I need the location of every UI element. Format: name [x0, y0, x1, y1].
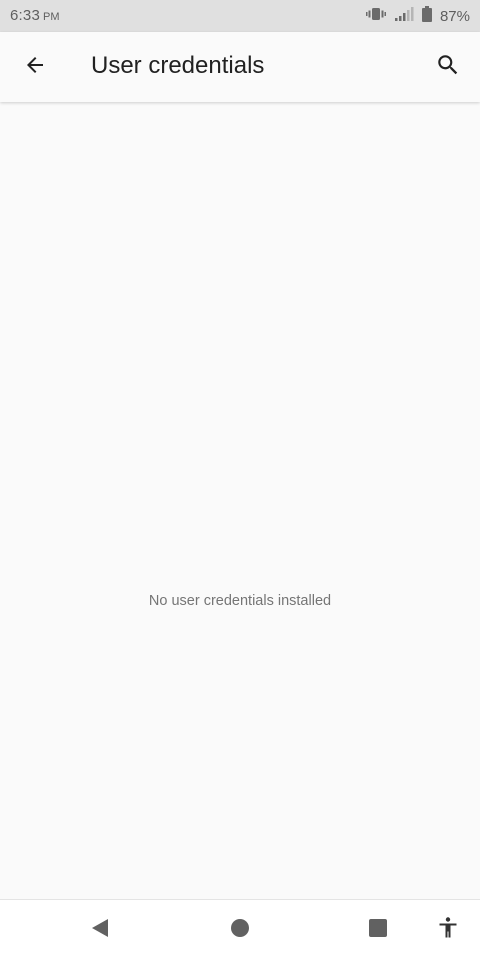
empty-state-message: No user credentials installed	[148, 593, 332, 609]
battery-percentage: 87%	[439, 7, 470, 25]
ampm-text: PM	[43, 11, 60, 23]
back-button[interactable]	[14, 46, 56, 88]
navigation-bar	[0, 899, 480, 960]
home-circle-icon	[230, 918, 250, 943]
status-time: 6:33 PM	[10, 7, 60, 25]
recents-square-icon	[368, 918, 388, 943]
nav-back-button[interactable]	[84, 914, 116, 946]
status-icons: 87%	[365, 5, 470, 27]
battery-icon	[421, 5, 432, 27]
credentials-list-area: No user credentials installed	[0, 102, 480, 899]
status-bar: 6:33 PM 87%	[0, 0, 480, 32]
accessibility-button[interactable]	[432, 914, 464, 946]
arrow-back-icon	[23, 53, 47, 82]
nav-home-button[interactable]	[224, 914, 256, 946]
search-button[interactable]	[427, 46, 469, 88]
search-icon	[435, 52, 461, 83]
page-title: User credentials	[91, 52, 265, 79]
app-bar: User credentials	[0, 32, 480, 102]
back-triangle-icon	[89, 917, 111, 944]
time-text: 6:33	[10, 7, 40, 24]
nav-recents-button[interactable]	[362, 914, 394, 946]
signal-icon	[394, 6, 414, 27]
vibrate-icon	[365, 6, 386, 27]
accessibility-icon	[436, 916, 460, 945]
